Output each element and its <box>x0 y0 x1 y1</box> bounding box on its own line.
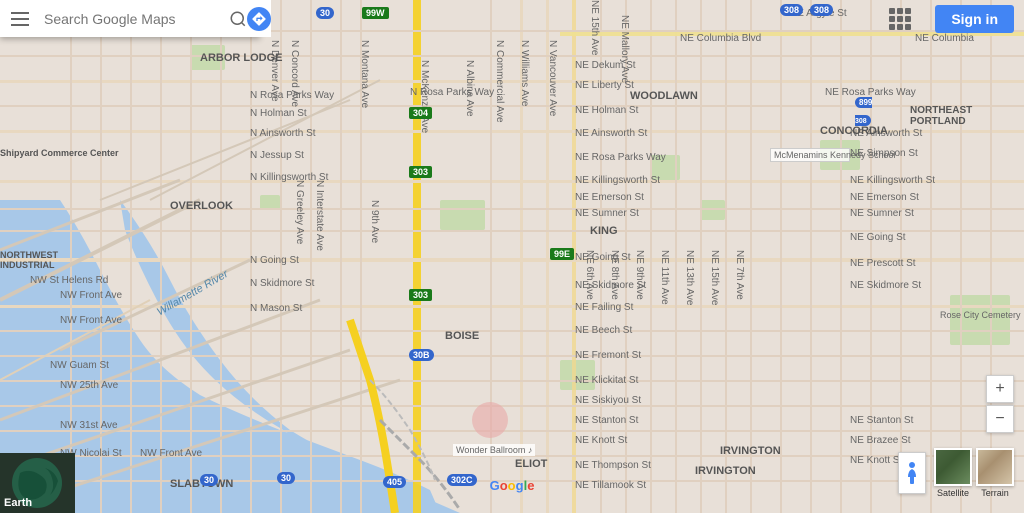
directions-button[interactable] <box>247 0 271 37</box>
layer-controls: Satellite Terrain <box>898 448 1014 498</box>
zoom-in-button[interactable]: + <box>986 375 1014 403</box>
hamburger-button[interactable] <box>0 0 40 37</box>
terrain-layer-thumb[interactable]: Terrain <box>976 448 1014 498</box>
directions-icon <box>247 7 271 31</box>
search-box <box>0 0 260 37</box>
map-container[interactable]: NE Dekum St NE Liberty St NE Holman St N… <box>0 0 1024 513</box>
sign-in-button[interactable]: Sign in <box>935 5 1014 33</box>
hamburger-icon <box>11 12 29 26</box>
apps-grid-icon <box>889 8 911 30</box>
map-zoom-controls: + − <box>986 375 1014 433</box>
map-svg <box>0 0 1024 513</box>
pegman-button[interactable] <box>898 452 926 494</box>
zoom-out-button[interactable]: − <box>986 405 1014 433</box>
apps-button[interactable] <box>886 5 914 33</box>
satellite-layer-thumb[interactable]: Satellite <box>934 448 972 498</box>
earth-label: Earth <box>4 497 32 509</box>
pegman-icon <box>904 461 920 485</box>
search-button[interactable] <box>229 0 247 37</box>
search-input[interactable] <box>40 11 229 27</box>
earth-thumbnail[interactable]: Earth <box>0 453 75 513</box>
